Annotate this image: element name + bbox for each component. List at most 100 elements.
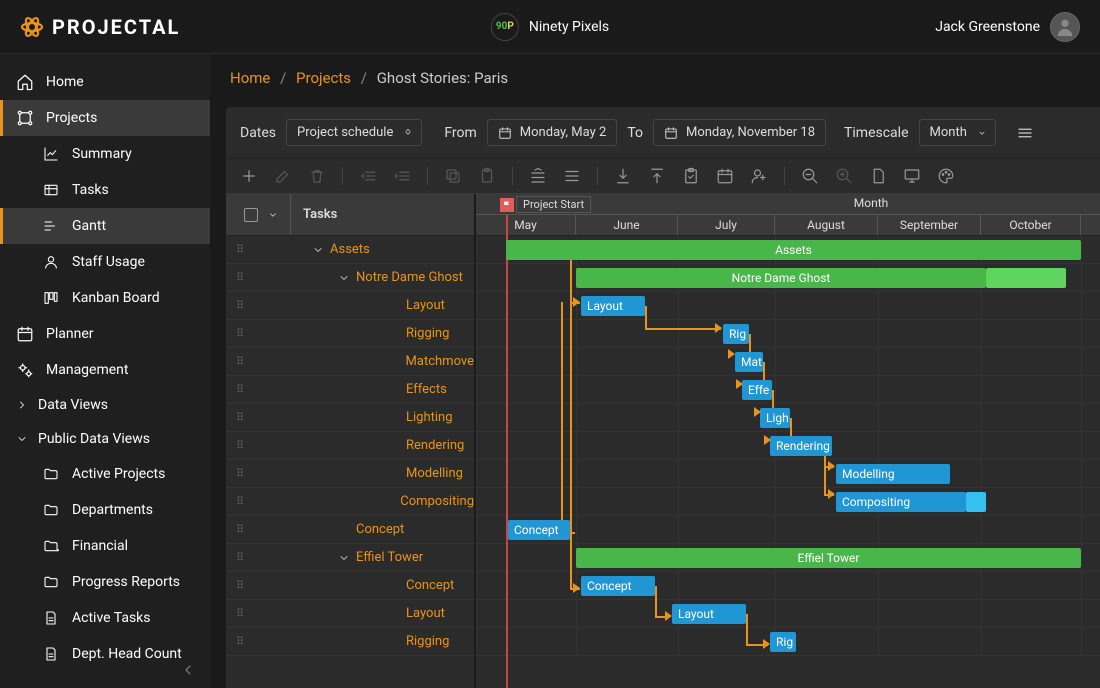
task-row[interactable]: ⠿Effiel Tower xyxy=(226,544,474,572)
drag-grip-icon[interactable]: ⠿ xyxy=(236,523,256,536)
drag-grip-icon[interactable]: ⠿ xyxy=(236,299,256,312)
nav-active-projects[interactable]: Active Projects xyxy=(0,456,210,492)
dates-dropdown[interactable]: Project schedule xyxy=(286,119,422,146)
chevron-down-icon[interactable] xyxy=(312,244,324,256)
task-row[interactable]: ⠿Effects xyxy=(226,376,474,404)
gantt-bar[interactable]: Concept xyxy=(581,576,655,596)
export-icon[interactable] xyxy=(648,167,666,185)
nav-financial[interactable]: Financial xyxy=(0,528,210,564)
copy-icon[interactable] xyxy=(444,167,462,185)
gantt-bar[interactable]: Rendering xyxy=(770,436,832,456)
nav-departments[interactable]: Departments xyxy=(0,492,210,528)
gantt-bar[interactable]: Compositing xyxy=(836,492,966,512)
zoom-out-icon[interactable] xyxy=(801,167,819,185)
breadcrumb-projects[interactable]: Projects xyxy=(296,69,351,87)
nav-projects[interactable]: Projects xyxy=(0,100,210,136)
drag-grip-icon[interactable]: ⠿ xyxy=(236,551,256,564)
task-row[interactable]: ⠿Notre Dame Ghost xyxy=(226,264,474,292)
gantt-bar[interactable]: Rig xyxy=(770,632,796,652)
nav-gantt[interactable]: Gantt xyxy=(0,208,210,244)
drag-grip-icon[interactable]: ⠿ xyxy=(236,467,256,480)
sidebar-collapse-button[interactable] xyxy=(180,662,196,678)
nav-public-data-views[interactable]: Public Data Views xyxy=(0,422,210,456)
task-row[interactable]: ⠿Lighting xyxy=(226,404,474,432)
nav-summary[interactable]: Summary xyxy=(0,136,210,172)
gantt-bar[interactable]: Layout xyxy=(581,296,645,316)
nav-kanban[interactable]: Kanban Board xyxy=(0,280,210,316)
drag-grip-icon[interactable]: ⠿ xyxy=(236,271,256,284)
nav-staff-usage[interactable]: Staff Usage xyxy=(0,244,210,280)
calendar-today-icon[interactable] xyxy=(716,167,734,185)
add-icon[interactable] xyxy=(240,167,258,185)
drag-grip-icon[interactable]: ⠿ xyxy=(236,243,256,256)
drag-grip-icon[interactable]: ⠿ xyxy=(236,327,256,340)
drag-grip-icon[interactable]: ⠿ xyxy=(236,355,256,368)
task-row[interactable]: ⠿Rigging xyxy=(226,628,474,656)
paste-icon[interactable] xyxy=(478,167,496,185)
expand-all-icon[interactable] xyxy=(529,167,547,185)
palette-icon[interactable] xyxy=(937,167,955,185)
drag-grip-icon[interactable]: ⠿ xyxy=(236,439,256,452)
drag-grip-icon[interactable]: ⠿ xyxy=(236,635,256,648)
nav-dept-head-count[interactable]: Dept. Head Count xyxy=(0,636,210,672)
task-row[interactable]: ⠿Rendering xyxy=(226,432,474,460)
chevron-down-icon[interactable] xyxy=(338,272,350,284)
gantt-bar[interactable]: Effe xyxy=(742,380,772,400)
assign-user-icon[interactable] xyxy=(750,167,768,185)
gantt-bar-remainder[interactable] xyxy=(966,492,986,512)
org-switcher[interactable]: 90P Ninety Pixels xyxy=(491,13,609,41)
user-menu[interactable]: Jack Greenstone xyxy=(935,12,1080,42)
brand-logo[interactable]: PROJECTAL xyxy=(20,15,180,39)
task-row[interactable]: ⠿Compositing xyxy=(226,488,474,516)
outdent-icon[interactable] xyxy=(359,167,377,185)
file-icon[interactable] xyxy=(869,167,887,185)
indent-icon[interactable] xyxy=(393,167,411,185)
import-icon[interactable] xyxy=(614,167,632,185)
drag-grip-icon[interactable]: ⠿ xyxy=(236,411,256,424)
collapse-all-icon[interactable] xyxy=(563,167,581,185)
drag-grip-icon[interactable]: ⠿ xyxy=(236,495,255,508)
nav-active-tasks[interactable]: Active Tasks xyxy=(0,600,210,636)
gantt-bar[interactable]: Assets xyxy=(506,240,1081,260)
gantt-bar[interactable]: Effiel Tower xyxy=(576,548,1081,568)
nav-tasks[interactable]: Tasks xyxy=(0,172,210,208)
task-row[interactable]: ⠿Modelling xyxy=(226,460,474,488)
nav-management[interactable]: Management xyxy=(0,352,210,388)
gantt-bar[interactable]: Notre Dame Ghost xyxy=(576,268,986,288)
gantt-timeline[interactable]: Project Start Month MayJuneJulyAugustSep… xyxy=(476,194,1100,688)
monitor-icon[interactable] xyxy=(903,167,921,185)
project-start-marker[interactable]: Project Start xyxy=(500,194,591,215)
gantt-bar-remainder[interactable] xyxy=(986,268,1066,288)
gantt-bar[interactable]: Modelling xyxy=(836,464,950,484)
drag-grip-icon[interactable]: ⠿ xyxy=(236,607,256,620)
nav-home[interactable]: Home xyxy=(0,64,210,100)
gantt-bar[interactable]: Rig xyxy=(723,324,749,344)
timescale-dropdown[interactable]: Month xyxy=(919,119,996,146)
nav-data-views[interactable]: Data Views xyxy=(0,388,210,422)
select-all-checkbox[interactable] xyxy=(244,208,258,222)
task-row[interactable]: ⠿Concept xyxy=(226,572,474,600)
gantt-bar[interactable]: Concept xyxy=(508,520,570,540)
from-date-picker[interactable]: Monday, May 2 xyxy=(487,119,618,146)
breadcrumb-home[interactable]: Home xyxy=(230,69,270,87)
task-row[interactable]: ⠿Rigging xyxy=(226,320,474,348)
nav-progress-reports[interactable]: Progress Reports xyxy=(0,564,210,600)
drag-grip-icon[interactable]: ⠿ xyxy=(236,579,256,592)
task-row[interactable]: ⠿Concept xyxy=(226,516,474,544)
clipboard-check-icon[interactable] xyxy=(682,167,700,185)
dropdown-caret-icon[interactable] xyxy=(268,210,278,220)
nav-planner[interactable]: Planner xyxy=(0,316,210,352)
task-row[interactable]: ⠿Layout xyxy=(226,292,474,320)
zoom-in-icon[interactable] xyxy=(835,167,853,185)
task-row[interactable]: ⠿Assets xyxy=(226,236,474,264)
gantt-bar[interactable]: Layout xyxy=(672,604,746,624)
drag-grip-icon[interactable]: ⠿ xyxy=(236,383,256,396)
tasks-column-header[interactable]: Tasks xyxy=(290,194,337,235)
gantt-bar[interactable]: Mat xyxy=(735,352,763,372)
chevron-down-icon[interactable] xyxy=(338,552,350,564)
task-row[interactable]: ⠿Matchmove xyxy=(226,348,474,376)
task-row[interactable]: ⠿Layout xyxy=(226,600,474,628)
settings-list-icon[interactable] xyxy=(1012,122,1038,144)
gantt-bar[interactable]: Ligh xyxy=(760,408,790,428)
edit-icon[interactable] xyxy=(274,167,292,185)
